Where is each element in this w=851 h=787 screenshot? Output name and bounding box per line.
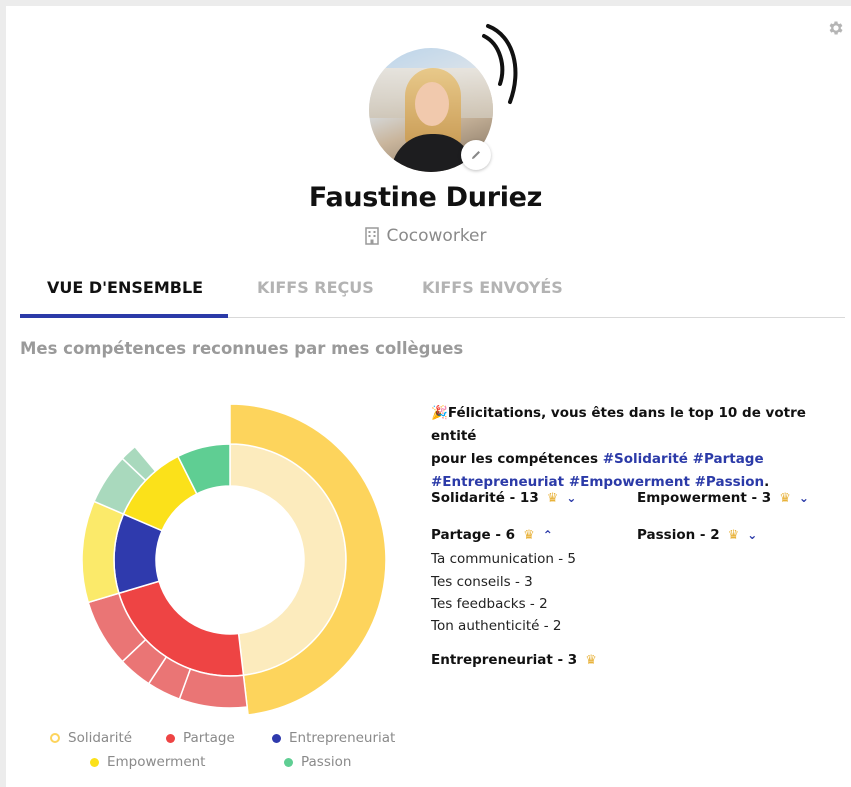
skill-label: Partage - 6 [431, 527, 516, 543]
crown-icon: ♛ [779, 490, 791, 506]
crown-icon: ♛ [546, 490, 559, 506]
legend-label: Passion [301, 754, 352, 770]
legend-item-empowerment[interactable]: Empowerment [90, 754, 205, 770]
skills-sunburst-chart [81, 403, 387, 716]
pencil-icon [472, 151, 480, 159]
party-popper-icon: 🎉 [431, 405, 448, 421]
partage-detail: Tes conseils - 3 [431, 574, 533, 590]
crown-icon: ♛ [727, 527, 740, 543]
tab-kiffs-recus[interactable]: KIFFS REÇUS [257, 278, 374, 297]
skill-passion[interactable]: Passion - 2 ♛ ⌄ [637, 527, 757, 543]
legend-item-passion[interactable]: Passion [284, 754, 351, 770]
tab-bar: VUE D'ENSEMBLE KIFFS REÇUS KIFFS ENVOYÉS [20, 270, 845, 318]
crown-icon: ♛ [523, 527, 535, 543]
skill-label: Passion - 2 [637, 527, 720, 543]
crown-icon: ♛ [585, 652, 597, 668]
skill-entrepreneuriat[interactable]: Entrepreneuriat - 3 ♛ [431, 652, 597, 668]
skill-label: Empowerment - 3 [637, 490, 772, 506]
legend-label: Partage [183, 730, 235, 746]
congrats-suffix: . [764, 474, 770, 490]
settings-gear-icon[interactable] [827, 19, 845, 37]
chevron-down-icon[interactable]: ⌄ [566, 491, 576, 505]
legend-label: Solidarité [68, 730, 133, 746]
skill-solidarite[interactable]: Solidarité - 13 ♛ ⌄ [431, 490, 576, 506]
profile-name: Faustine Duriez [308, 182, 543, 213]
skill-label: Solidarité - 13 [431, 490, 539, 506]
building-icon [364, 227, 379, 245]
legend-dot-entrepreneuriat [272, 733, 281, 743]
active-tab-indicator [20, 314, 228, 318]
chevron-up-icon[interactable]: ⌃ [543, 528, 553, 542]
skill-partage[interactable]: Partage - 6 ♛ ⌃ [431, 527, 553, 543]
chevron-down-icon[interactable]: ⌄ [799, 491, 809, 505]
tab-vue-ensemble[interactable]: VUE D'ENSEMBLE [47, 278, 203, 297]
partage-detail: Ta communication - 5 [431, 551, 577, 567]
legend-label: Empowerment [107, 754, 206, 770]
legend-label: Entrepreneuriat [289, 730, 396, 746]
company-name: Cocoworker [386, 226, 487, 246]
partage-detail: Tes feedbacks - 2 [431, 596, 548, 612]
edit-avatar-button[interactable] [461, 140, 491, 170]
legend-dot-partage [166, 733, 175, 743]
congrats-line1: Félicitations, vous êtes dans le top 10 … [431, 405, 806, 444]
legend-dot-solidarite [50, 733, 60, 743]
hashtags-line3[interactable]: #Entrepreneuriat #Empowerment #Passion [431, 474, 764, 490]
skill-label: Entrepreneuriat - 3 [431, 652, 578, 668]
hashtags-line2[interactable]: #Solidarité #Partage [603, 451, 764, 467]
legend-dot-passion [284, 757, 293, 767]
legend-item-solidarite[interactable]: Solidarité [50, 730, 132, 746]
partage-detail: Ton authenticité - 2 [431, 618, 562, 634]
chevron-down-icon[interactable]: ⌄ [747, 528, 757, 542]
skill-empowerment[interactable]: Empowerment - 3 ♛ ⌄ [637, 490, 809, 506]
avatar [369, 48, 493, 172]
legend-dot-empowerment [90, 757, 99, 767]
tab-kiffs-envoyes[interactable]: KIFFS ENVOYÉS [422, 278, 563, 297]
legend-item-partage[interactable]: Partage [166, 730, 235, 746]
congrats-line2-prefix: pour les compétences [431, 451, 603, 467]
company-row: Cocoworker [0, 226, 851, 246]
congrats-message: 🎉Félicitations, vous êtes dans le top 10… [431, 402, 831, 494]
section-title: Mes compétences reconnues par mes collèg… [20, 339, 464, 358]
legend-item-entrepreneuriat[interactable]: Entrepreneuriat [272, 730, 395, 746]
